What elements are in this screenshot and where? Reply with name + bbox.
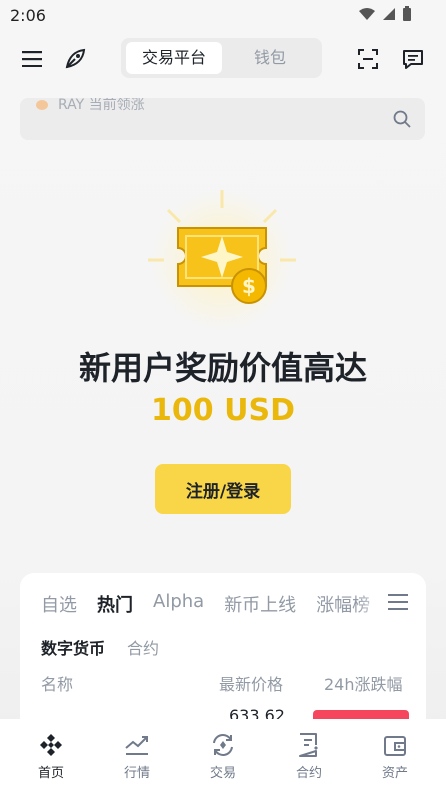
market-subtabs: 数字货币 合约	[41, 635, 159, 659]
nav-assets[interactable]: 资产	[355, 719, 435, 795]
hamburger-icon	[22, 51, 42, 67]
search-placeholder: RAY 当前领涨	[58, 98, 145, 113]
tabs-menu-icon[interactable]	[388, 593, 408, 611]
reward-ticket-illustration: $	[148, 190, 296, 330]
column-price[interactable]: 最新价格	[219, 671, 283, 695]
hero-title: 新用户奖励价值高达	[78, 349, 367, 387]
chat-icon	[403, 50, 423, 69]
market-tabs: 自选 热门 Alpha 新币上线 涨幅榜	[41, 591, 390, 617]
column-change[interactable]: 24h涨跌幅	[324, 671, 403, 695]
search-icon	[393, 110, 411, 128]
svg-text:$: $	[242, 274, 256, 298]
tab-wallet[interactable]: 钱包	[222, 42, 318, 74]
nav-label-home: 首页	[37, 766, 64, 781]
nav-label-trade: 交易	[209, 766, 236, 781]
status-bar: 2:06	[0, 0, 446, 32]
nav-markets[interactable]: 行情	[97, 719, 177, 795]
column-name[interactable]: 名称	[41, 671, 73, 695]
wallet-icon	[384, 736, 406, 756]
tab-hot[interactable]: 热门	[97, 591, 133, 617]
rewards-button[interactable]	[60, 44, 90, 74]
subtab-futures[interactable]: 合约	[127, 635, 159, 659]
chart-line-icon	[125, 736, 148, 755]
status-icons	[358, 6, 412, 22]
tab-alpha[interactable]: Alpha	[153, 591, 204, 617]
nav-home[interactable]: 首页	[11, 719, 91, 795]
tab-new-listings[interactable]: 新币上线	[224, 591, 296, 617]
nav-label-futures: 合约	[295, 766, 322, 781]
rocket-leaf-icon	[65, 48, 86, 69]
trade-swap-icon	[213, 734, 233, 756]
wifi-icon	[359, 8, 375, 20]
scan-button[interactable]	[353, 44, 383, 74]
battery-icon	[403, 6, 411, 21]
messages-button[interactable]	[398, 44, 428, 74]
menu-button[interactable]	[17, 44, 47, 74]
register-login-button[interactable]: 注册/登录	[155, 464, 291, 514]
bottom-nav: 首页 行情 交易 合约 资产	[0, 719, 446, 795]
subtab-crypto[interactable]: 数字货币	[41, 635, 105, 659]
tab-favorites[interactable]: 自选	[41, 591, 77, 617]
nav-trade[interactable]: 交易	[183, 719, 263, 795]
nav-futures[interactable]: 合约	[269, 719, 349, 795]
platform-segmented-control: 交易平台 钱包	[121, 38, 322, 78]
futures-doc-icon	[299, 733, 318, 757]
binance-logo-icon	[40, 734, 62, 756]
nav-label-assets: 资产	[381, 766, 408, 781]
search-bar[interactable]: RAY 当前领涨	[20, 98, 425, 140]
hero-amount: 100 USD	[151, 393, 295, 428]
scan-icon	[358, 49, 378, 69]
nav-label-markets: 行情	[123, 766, 150, 781]
status-time: 2:06	[10, 6, 46, 25]
tab-exchange[interactable]: 交易平台	[126, 42, 222, 74]
signal-icon	[383, 8, 395, 20]
coin-icon	[36, 100, 48, 110]
